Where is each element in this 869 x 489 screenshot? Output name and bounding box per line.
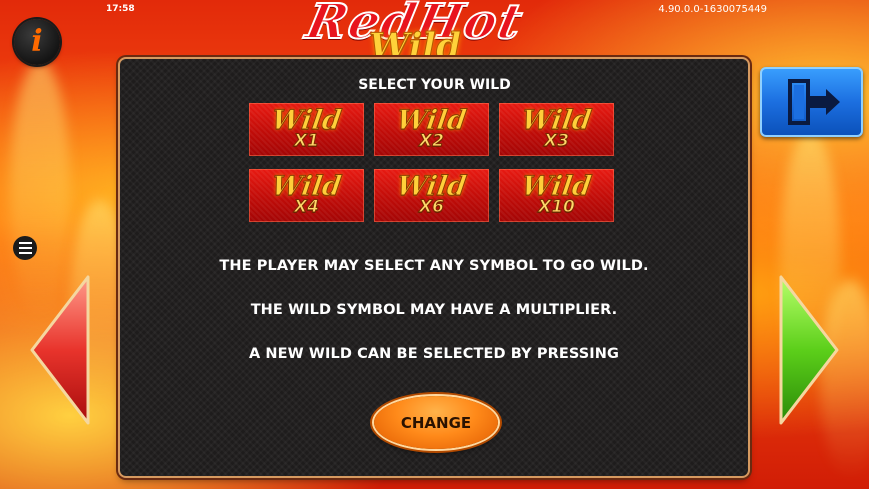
wild-multiplier: X2 (419, 131, 445, 152)
prev-page-button[interactable] (30, 275, 90, 425)
exit-button[interactable] (760, 67, 863, 137)
panel-title: SELECT YOUR WILD (358, 77, 511, 93)
wild-multiplier: X6 (419, 197, 445, 218)
change-button-label: CHANGE (400, 413, 472, 432)
wild-option-x10[interactable]: Wild X10 (499, 169, 614, 222)
rule-text: THE WILD SYMBOL MAY HAVE A MULTIPLIER. (250, 302, 618, 318)
clock: 17:58 (106, 4, 135, 14)
wild-option-x4[interactable]: Wild X4 (249, 169, 364, 222)
change-button[interactable]: CHANGE (374, 396, 498, 449)
wild-selector-grid: Wild X1 Wild X2 Wild X3 Wild X4 Wild X6 … (249, 103, 615, 222)
wild-multiplier: X4 (294, 197, 320, 218)
wild-option-x3[interactable]: Wild X3 (499, 103, 614, 156)
wild-option-x1[interactable]: Wild X1 (249, 103, 364, 156)
exit-door-arrow-icon (788, 79, 840, 125)
wild-option-x2[interactable]: Wild X2 (374, 103, 489, 156)
info-button[interactable]: i (14, 19, 60, 65)
info-icon: i (31, 24, 43, 59)
wild-multiplier: X3 (544, 131, 570, 152)
rule-text: A NEW WILD CAN BE SELECTED BY PRESSING (248, 346, 620, 362)
wild-multiplier: X1 (294, 131, 320, 152)
hamburger-menu-icon (18, 242, 32, 244)
left-arrow-icon (30, 275, 90, 425)
right-arrow-icon (779, 275, 839, 425)
version-label: 4.90.0.0-1630075449 (658, 4, 767, 15)
wild-option-x6[interactable]: Wild X6 (374, 169, 489, 222)
wild-multiplier: X10 (538, 197, 576, 218)
next-page-button[interactable] (779, 275, 839, 425)
menu-button[interactable] (13, 236, 37, 260)
rule-text: THE PLAYER MAY SELECT ANY SYMBOL TO GO W… (219, 258, 649, 274)
